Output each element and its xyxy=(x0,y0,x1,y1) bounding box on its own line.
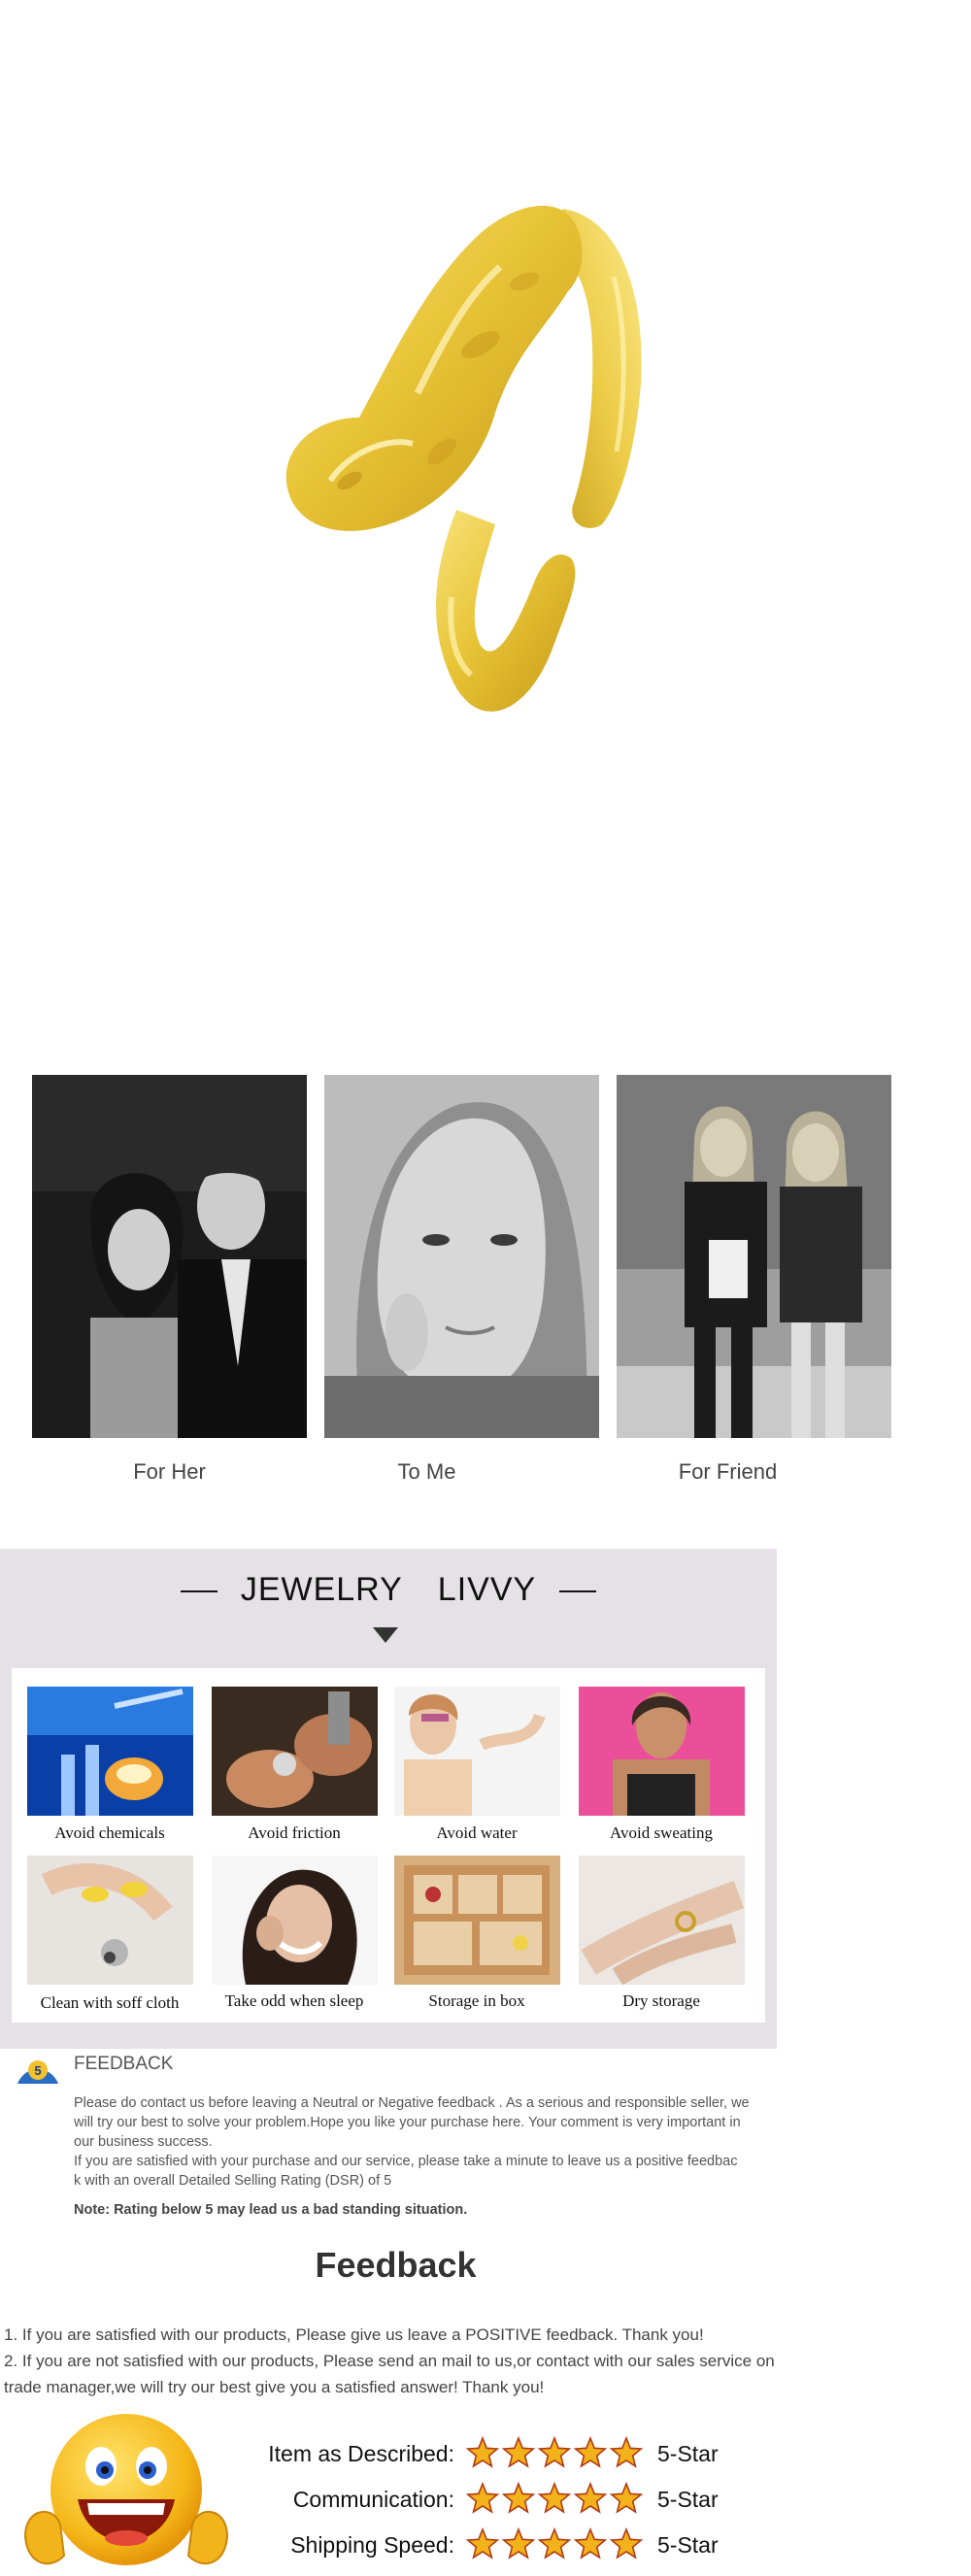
care-dry-storage: Dry storage xyxy=(622,1991,700,2010)
caption-to-me: To Me xyxy=(397,1459,456,1484)
rating-label-communication: Communication: xyxy=(292,2487,454,2512)
sweating-image xyxy=(579,1687,745,1816)
star-icon xyxy=(573,2482,608,2514)
brand-livvy: LIVVY xyxy=(437,1571,537,1608)
cleaning-image xyxy=(27,1856,193,1985)
brand-header: JEWELRY LIVVY xyxy=(0,1571,777,1609)
care-take-off-sleep: Take odd when sleep xyxy=(224,1991,364,2010)
star-icon xyxy=(501,2436,536,2468)
caption-for-friend: For Friend xyxy=(678,1459,778,1484)
care-storage-box: Storage in box xyxy=(428,1991,525,2010)
star-rating-communication xyxy=(466,2482,644,2514)
friction-image xyxy=(212,1687,378,1816)
care-clean-cloth: Clean with soff cloth xyxy=(40,1993,180,2012)
feedback-line-2: 2. If you are not satisfied with our pro… xyxy=(4,2352,775,2370)
care-grid: Avoid chemicals Avoid friction Avoid wat… xyxy=(12,1668,765,2023)
care-avoid-friction: Avoid friction xyxy=(248,1823,341,1842)
star-icon xyxy=(573,2527,608,2559)
rating-value-shipping-speed: 5-Star xyxy=(657,2532,719,2558)
water-image xyxy=(394,1687,560,1816)
star-icon xyxy=(537,2527,572,2559)
feedback-para2-line1: If you are satisfied with your purchase … xyxy=(74,2154,738,2169)
star-icon xyxy=(609,2527,644,2559)
brand-dash-right xyxy=(559,1590,597,1593)
caption-for-her: For Her xyxy=(133,1459,206,1484)
star-icon xyxy=(609,2482,644,2514)
couple-photo xyxy=(32,1075,307,1438)
star-icon xyxy=(609,2436,644,2468)
feedback-para1-line1: Please do contact us before leaving a Ne… xyxy=(74,2095,750,2111)
friends-street-photo xyxy=(617,1075,891,1438)
star-icon xyxy=(466,2482,500,2514)
care-avoid-water: Avoid water xyxy=(436,1823,518,1842)
star-icon xyxy=(573,2436,608,2468)
care-avoid-chemicals: Avoid chemicals xyxy=(54,1823,165,1842)
thumbs-up-smiley-icon xyxy=(23,2414,229,2565)
star-icon xyxy=(537,2482,572,2514)
star-icon xyxy=(466,2436,500,2468)
care-avoid-sweating: Avoid sweating xyxy=(610,1823,713,1842)
star-icon xyxy=(466,2527,500,2559)
rating-label-item-described: Item as Described: xyxy=(268,2441,454,2466)
feedback-line-3: trade manager,we will try our best give … xyxy=(4,2378,545,2396)
star-icon xyxy=(537,2436,572,2468)
chemicals-image xyxy=(27,1687,193,1816)
rating-value-communication: 5-Star xyxy=(657,2487,719,2512)
brand-jewelry: JEWELRY xyxy=(240,1571,403,1608)
feedback-para2-line2: k with an overall Detailed Selling Ratin… xyxy=(74,2173,392,2189)
sleep-image xyxy=(212,1856,378,1985)
rating-value-item-described: 5-Star xyxy=(657,2441,719,2466)
woman-portrait-photo xyxy=(324,1075,599,1438)
feedback-line-1: 1. If you are satisfied with our product… xyxy=(4,2325,704,2344)
rating-label-shipping-speed: Shipping Speed: xyxy=(290,2532,454,2558)
down-triangle-icon xyxy=(373,1627,398,1643)
feedback-heading: FEEDBACK xyxy=(74,2054,174,2074)
star-icon xyxy=(501,2482,536,2514)
feedback-title: Feedback xyxy=(315,2245,477,2285)
feedback-para1-line3: our business success. xyxy=(74,2134,213,2150)
star-icon xyxy=(501,2527,536,2559)
brand-dash-left xyxy=(180,1590,218,1593)
feedback-para1-line2: will try our best to solve your problem.… xyxy=(74,2115,741,2130)
star-rating-shipping-speed xyxy=(466,2527,644,2559)
gold-knot-ring-image xyxy=(285,205,642,712)
five-star-badge-icon: 5 xyxy=(17,2060,58,2084)
star-rating-item-described xyxy=(466,2436,644,2468)
feedback-note: Note: Rating below 5 may lead us a bad s… xyxy=(74,2202,468,2218)
storage-box-image xyxy=(394,1856,560,1985)
dry-storage-image xyxy=(579,1856,745,1985)
svg-text:5: 5 xyxy=(34,2063,41,2078)
